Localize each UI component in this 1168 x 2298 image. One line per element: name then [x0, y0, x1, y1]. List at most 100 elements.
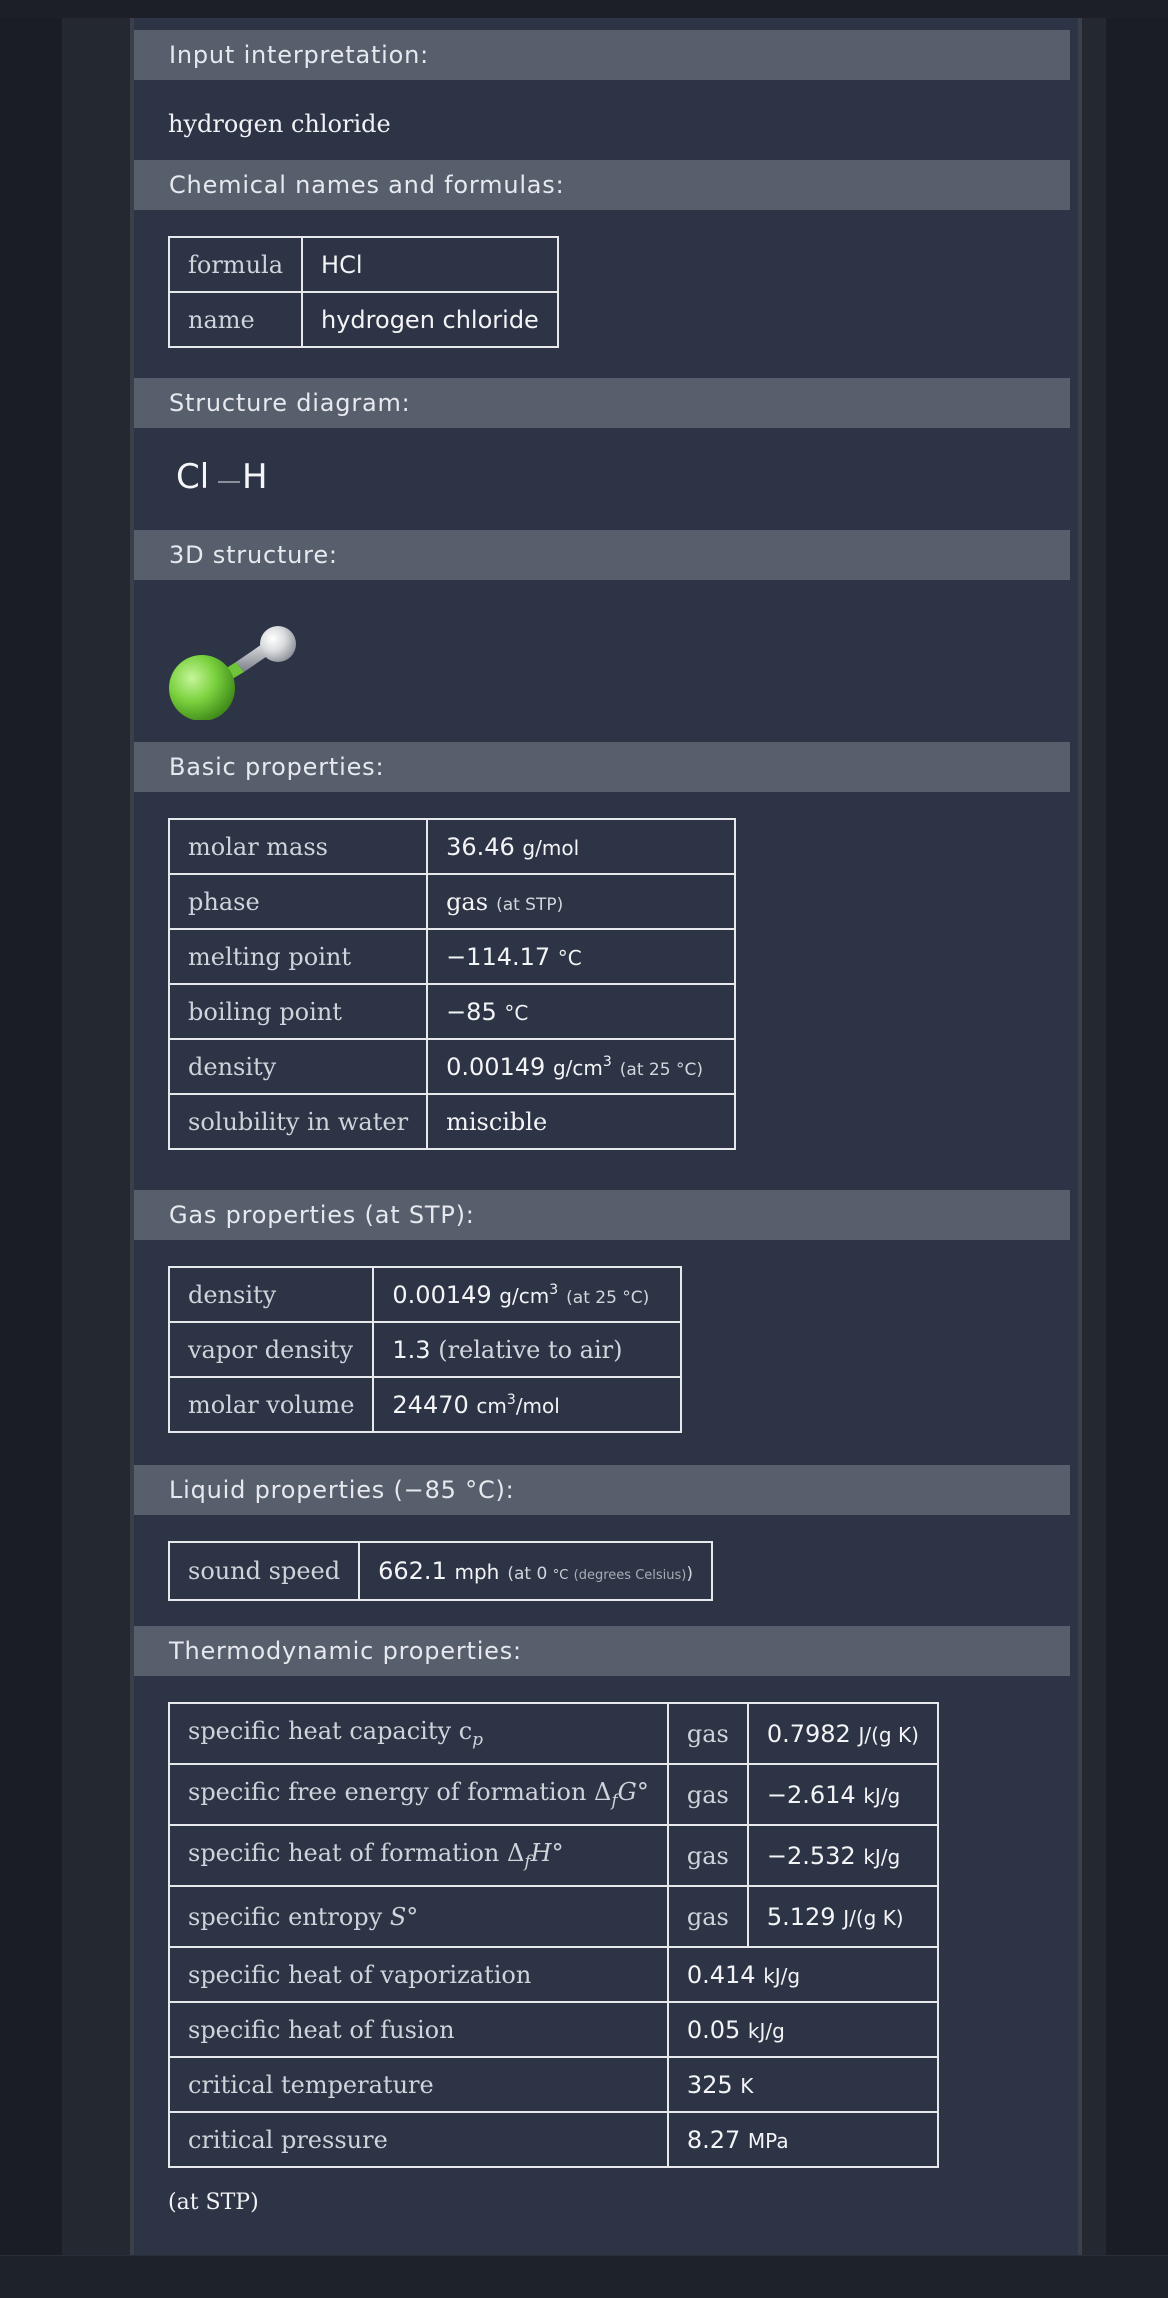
value-number: 0.05 [686, 2015, 741, 2044]
value-unit: /mol [515, 1393, 560, 1418]
row-value: miscible [426, 1093, 737, 1150]
pod-header-3d: 3D structure: [134, 530, 1070, 580]
liquid-properties-table: sound speed 662.1 mph (at 0 °C (degrees C… [167, 1541, 714, 1601]
thermo-properties-table: specific heat capacity cp gas 0.7982 J/(… [168, 1702, 939, 2168]
table-row: specific heat of vaporization 0.414 kJ/g [168, 1946, 939, 2003]
row-phase: gas [666, 1702, 749, 1765]
value-note: (at 25 °C) [619, 1059, 703, 1080]
row-label: critical pressure [168, 2111, 669, 2168]
structure-bond [218, 481, 240, 483]
table-row: phase gas (at STP) [167, 873, 737, 930]
row-label: boiling point [167, 983, 429, 1040]
label-symbol: G° [617, 1778, 649, 1807]
row-value: 0.414 kJ/g [666, 1946, 939, 2003]
table-row: formula HCl [167, 236, 559, 293]
pod-title: Chemical names and formulas: [169, 171, 565, 199]
value-note: (at 0 [507, 1564, 548, 1584]
row-value: 8.27 MPa [666, 2111, 939, 2168]
pod-header-basic: Basic properties: [134, 742, 1070, 792]
row-label: name [167, 291, 304, 348]
value-note: (at STP) [496, 894, 564, 915]
basic-properties-table: molar mass 36.46 g/mol phase gas (at STP)… [167, 818, 737, 1150]
value-text: miscible [446, 1107, 548, 1136]
value-number: 0.00149 [392, 1280, 492, 1309]
structure-atom-h: H [242, 457, 268, 497]
pod-header-gas: Gas properties (at STP): [134, 1190, 1070, 1240]
row-value: 24470 cm3/mol [372, 1376, 683, 1433]
row-phase: gas [666, 1824, 749, 1887]
pod-title: Basic properties: [169, 753, 385, 781]
value-superscript: 3 [506, 1391, 516, 1408]
table-row: critical pressure 8.27 MPa [168, 2111, 939, 2168]
value-unit: cm [476, 1393, 507, 1418]
left-margin-panel [0, 18, 62, 2255]
value-note-unit: °C [552, 1568, 569, 1583]
table-row: specific heat of fusion 0.05 kJ/g [168, 2001, 939, 2058]
value-unit: mph [454, 1560, 500, 1584]
value-unit: °C [504, 1000, 529, 1025]
pod-header-structure: Structure diagram: [134, 378, 1070, 428]
row-value: −85 °C [426, 983, 737, 1040]
row-label: critical temperature [168, 2056, 669, 2113]
table-row: molar volume 24470 cm3/mol [167, 1376, 683, 1433]
value-text: gas [446, 887, 489, 916]
value-unit: g/cm [552, 1055, 603, 1080]
row-label: molar mass [167, 818, 429, 875]
table-row: molar mass 36.46 g/mol [167, 818, 737, 875]
value-number: −85 [446, 997, 497, 1026]
label-subscript: p [472, 1729, 484, 1750]
label-text: specific free energy of formation Δ [188, 1778, 612, 1807]
table-row: specific free energy of formation ΔfG° g… [168, 1763, 939, 1826]
table-row: vapor density 1.3 (relative to air) [167, 1321, 683, 1378]
value-note-desc: (degrees Celsius) [573, 1568, 687, 1583]
value-number: −2.614 [766, 1780, 856, 1809]
row-label: density [167, 1266, 375, 1323]
row-label: specific heat capacity cp [168, 1702, 669, 1765]
row-value: 0.05 kJ/g [666, 2001, 939, 2058]
table-row: specific entropy S° gas 5.129 J/(g K) [168, 1885, 939, 1948]
row-label: specific heat of formation ΔfH° [168, 1824, 669, 1887]
row-label: specific heat of fusion [168, 2001, 669, 2058]
row-value: −2.532 kJ/g [746, 1824, 939, 1887]
row-value: 0.00149 g/cm3 (at 25 °C) [426, 1038, 737, 1095]
input-value: hydrogen chloride [168, 110, 391, 138]
table-row: melting point −114.17 °C [167, 928, 737, 985]
row-label: sound speed [167, 1541, 361, 1601]
table-row: solubility in water miscible [167, 1093, 737, 1150]
value-number: 0.7982 [766, 1719, 851, 1748]
row-label: phase [167, 873, 429, 930]
table-row: specific heat capacity cp gas 0.7982 J/(… [168, 1702, 939, 1765]
value-number: −114.17 [446, 942, 551, 971]
table-row: critical temperature 325 K [168, 2056, 939, 2113]
row-value: −2.614 kJ/g [746, 1763, 939, 1826]
pod-header-liquid: Liquid properties (−85 °C): [134, 1465, 1070, 1515]
pod-title: Structure diagram: [169, 389, 411, 417]
gas-properties-table: density 0.00149 g/cm3 (at 25 °C) vapor de… [167, 1266, 683, 1433]
row-value: 1.3 (relative to air) [372, 1321, 683, 1378]
value-unit: g/mol [522, 835, 580, 860]
value-number: −2.532 [766, 1841, 856, 1870]
value-unit: °C [557, 945, 582, 970]
value-number: 0.00149 [446, 1052, 546, 1081]
value-number: 1.3 [392, 1335, 431, 1364]
row-phase: gas [666, 1885, 749, 1948]
pod-header-names: Chemical names and formulas: [134, 160, 1070, 210]
structure-atom-cl: Cl [176, 457, 210, 497]
row-value: HCl [301, 236, 559, 293]
pod-title: Liquid properties (−85 °C): [169, 1476, 515, 1504]
names-table: formula HCl name hydrogen chloride [167, 236, 559, 348]
value-unit: kJ/g [763, 1963, 801, 1988]
row-value: hydrogen chloride [301, 291, 559, 348]
table-row: specific heat of formation ΔfH° gas −2.5… [168, 1824, 939, 1887]
thermo-footnote: (at STP) [168, 2190, 259, 2215]
atom-cl-sphere [169, 655, 235, 720]
row-value: gas (at STP) [426, 873, 737, 930]
label-text: specific entropy [188, 1902, 390, 1931]
pod-title: Input interpretation: [169, 41, 430, 69]
value-note: ) [686, 1564, 694, 1584]
row-phase: gas [666, 1763, 749, 1826]
row-value: 0.00149 g/cm3 (at 25 °C) [372, 1266, 683, 1323]
pod-title: Gas properties (at STP): [169, 1201, 475, 1229]
molecule-3d-image[interactable] [164, 600, 314, 720]
value-number: 8.27 [686, 2125, 741, 2154]
